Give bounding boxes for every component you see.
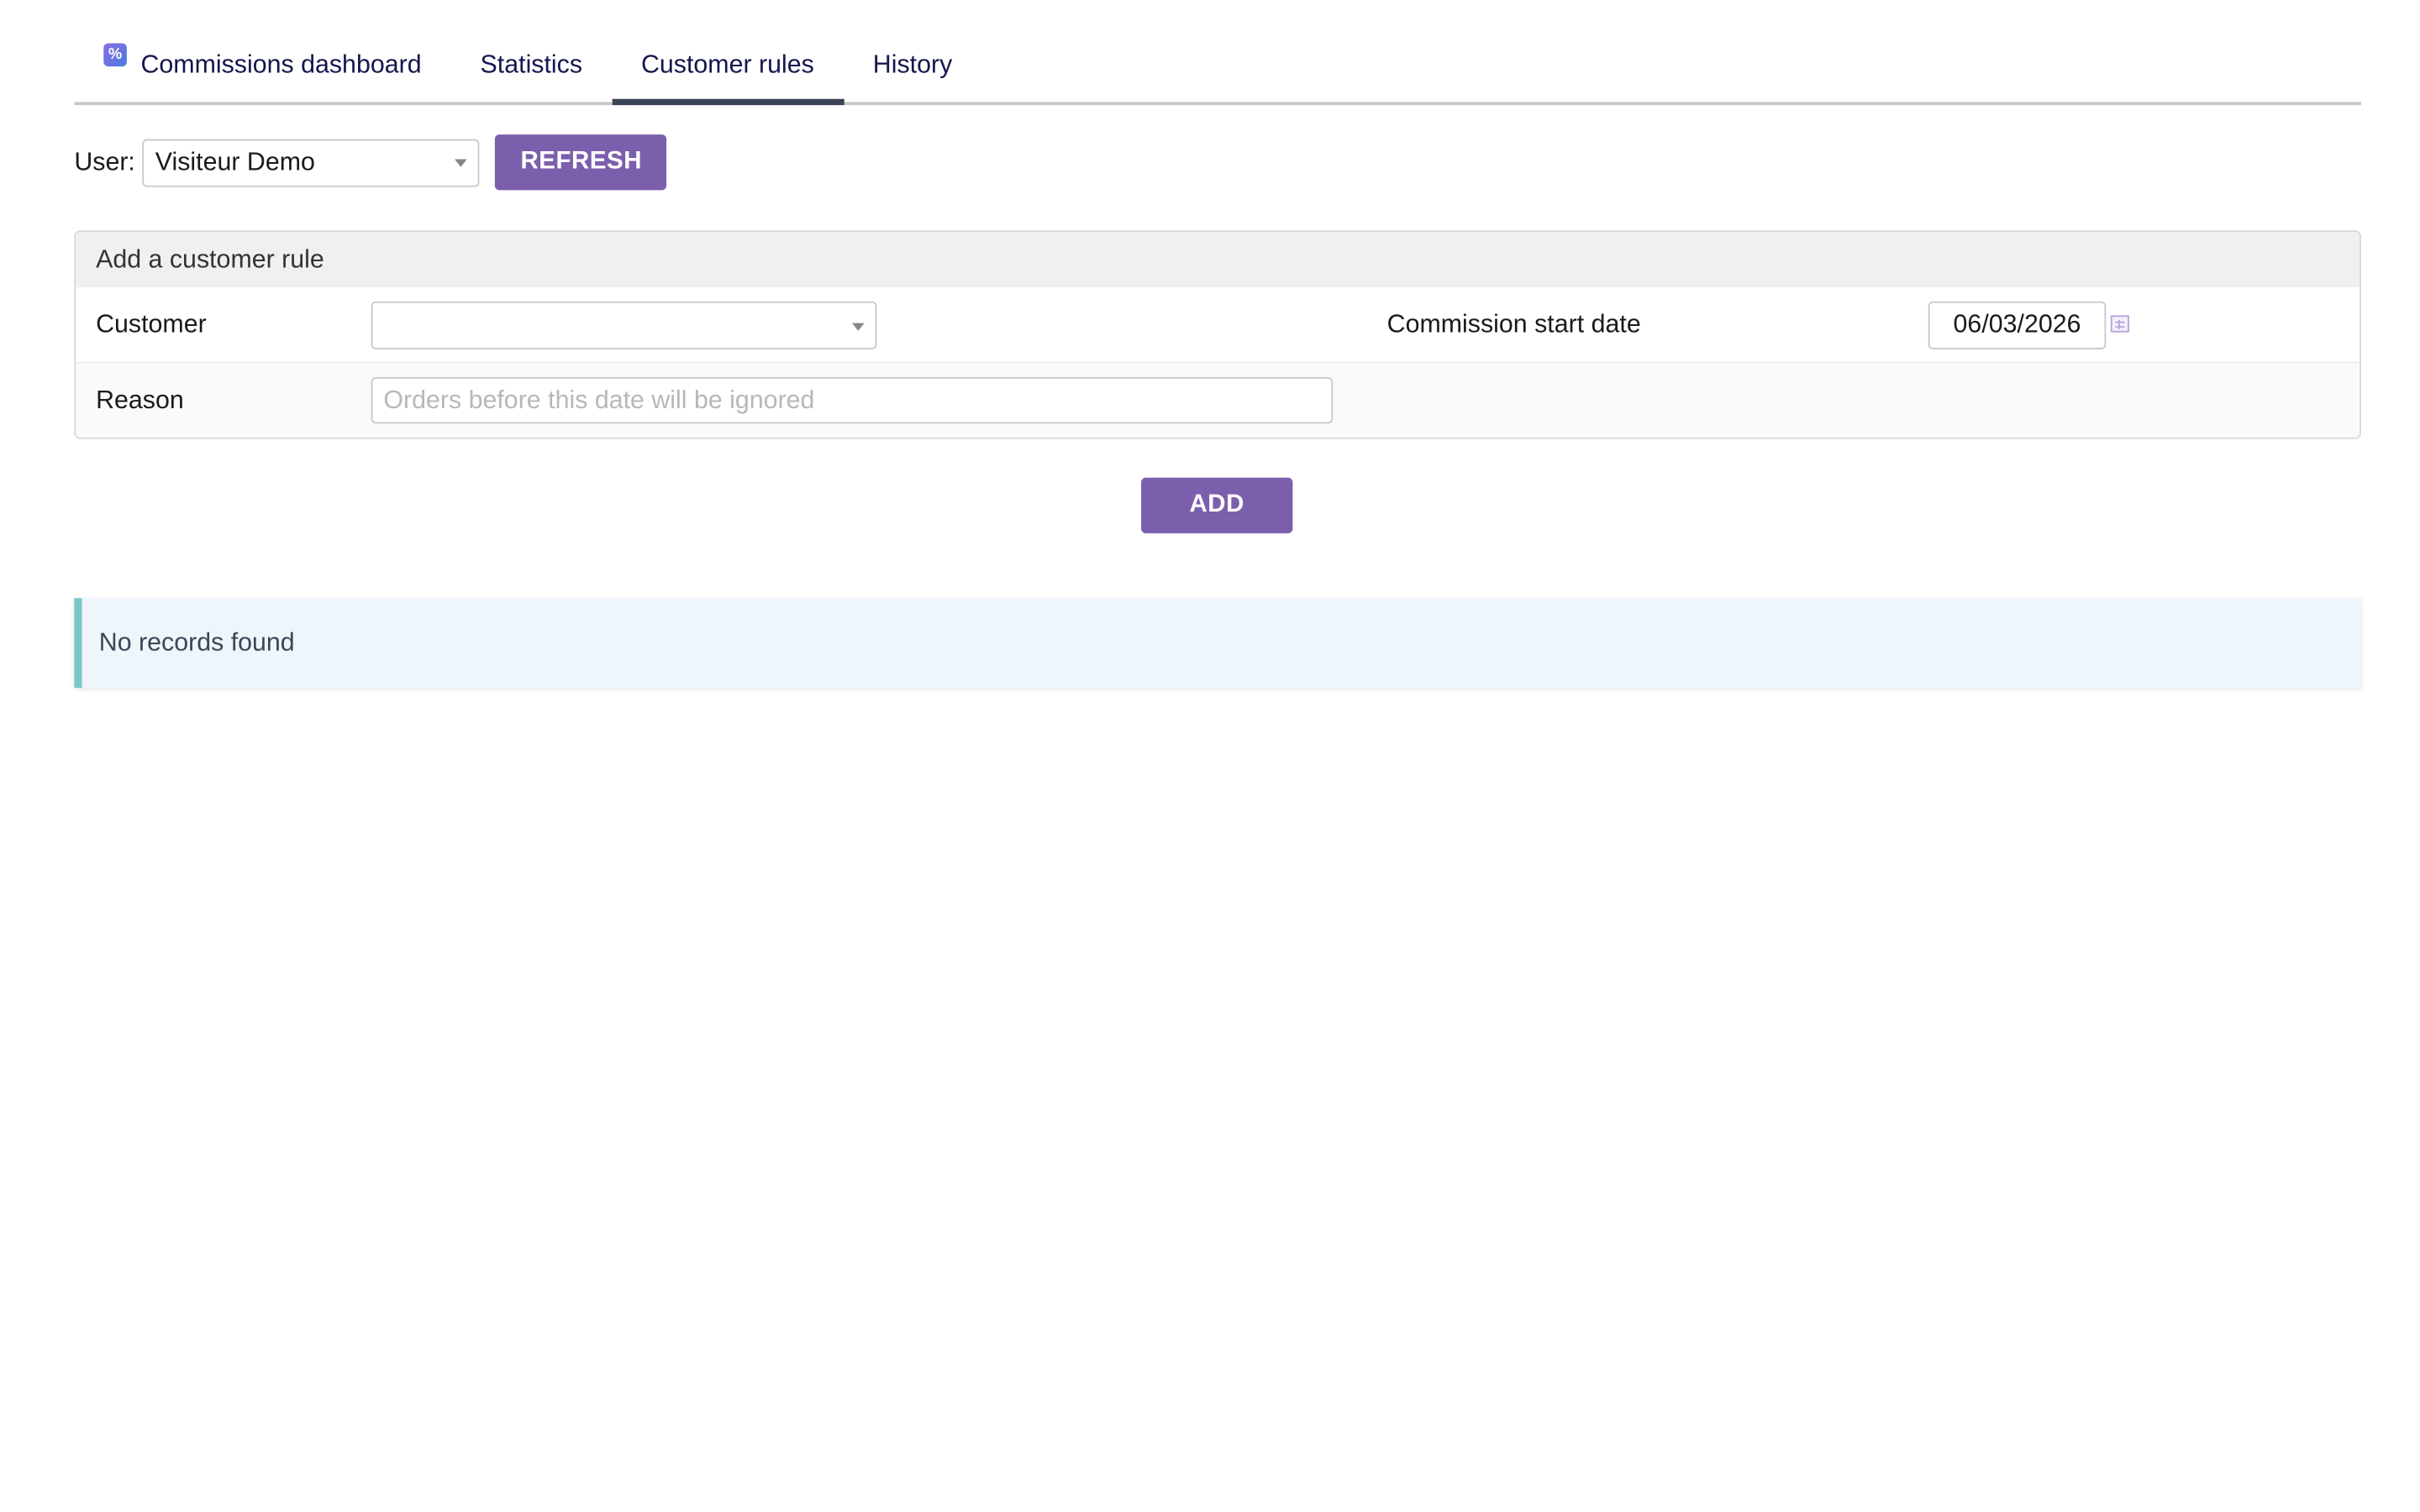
tab-commissions-dashboard[interactable]: % Commissions dashboard [74, 28, 450, 102]
tab-label: Customer rules [640, 50, 814, 78]
chevron-down-icon [455, 159, 468, 167]
tab-history[interactable]: History [844, 28, 981, 102]
panel-title: Add a customer rule [76, 232, 2360, 288]
user-select[interactable]: Visiteur Demo [143, 138, 481, 186]
calendar-icon[interactable] [2110, 315, 2129, 333]
reason-row: Reason Orders before this date will be i… [76, 363, 2360, 438]
tab-label: Commissions dashboard [140, 50, 422, 78]
tab-label: History [872, 50, 953, 78]
commission-start-date-input[interactable]: 06/03/2026 [1928, 301, 2107, 349]
commission-start-date-label: Commission start date [1386, 309, 1641, 339]
add-customer-rule-panel: Add a customer rule Customer Commission … [74, 230, 2361, 439]
reason-input[interactable]: Orders before this date will be ignored [371, 377, 1334, 424]
chevron-down-icon [851, 322, 865, 330]
tab-label: Statistics [480, 50, 583, 78]
no-records-notice: No records found [74, 598, 2361, 688]
refresh-button[interactable]: REFRESH [495, 134, 667, 191]
tab-customer-rules[interactable]: Customer rules [612, 28, 844, 106]
tab-statistics[interactable]: Statistics [451, 28, 612, 102]
customer-select[interactable] [371, 301, 877, 349]
tab-bar: % Commissions dashboard Statistics Custo… [74, 24, 2361, 106]
user-select-value: Visiteur Demo [155, 147, 315, 176]
user-filter-row: User: Visiteur Demo REFRESH [74, 134, 667, 191]
page: % Commissions dashboard Statistics Custo… [0, 0, 2420, 1512]
user-label: User: [74, 147, 135, 176]
add-button[interactable]: ADD [1141, 477, 1293, 533]
percent-icon: % [103, 42, 127, 66]
customer-row: Customer Commission start date 06/03/202… [76, 287, 2360, 364]
customer-label: Customer [96, 309, 207, 339]
reason-label: Reason [96, 386, 184, 414]
